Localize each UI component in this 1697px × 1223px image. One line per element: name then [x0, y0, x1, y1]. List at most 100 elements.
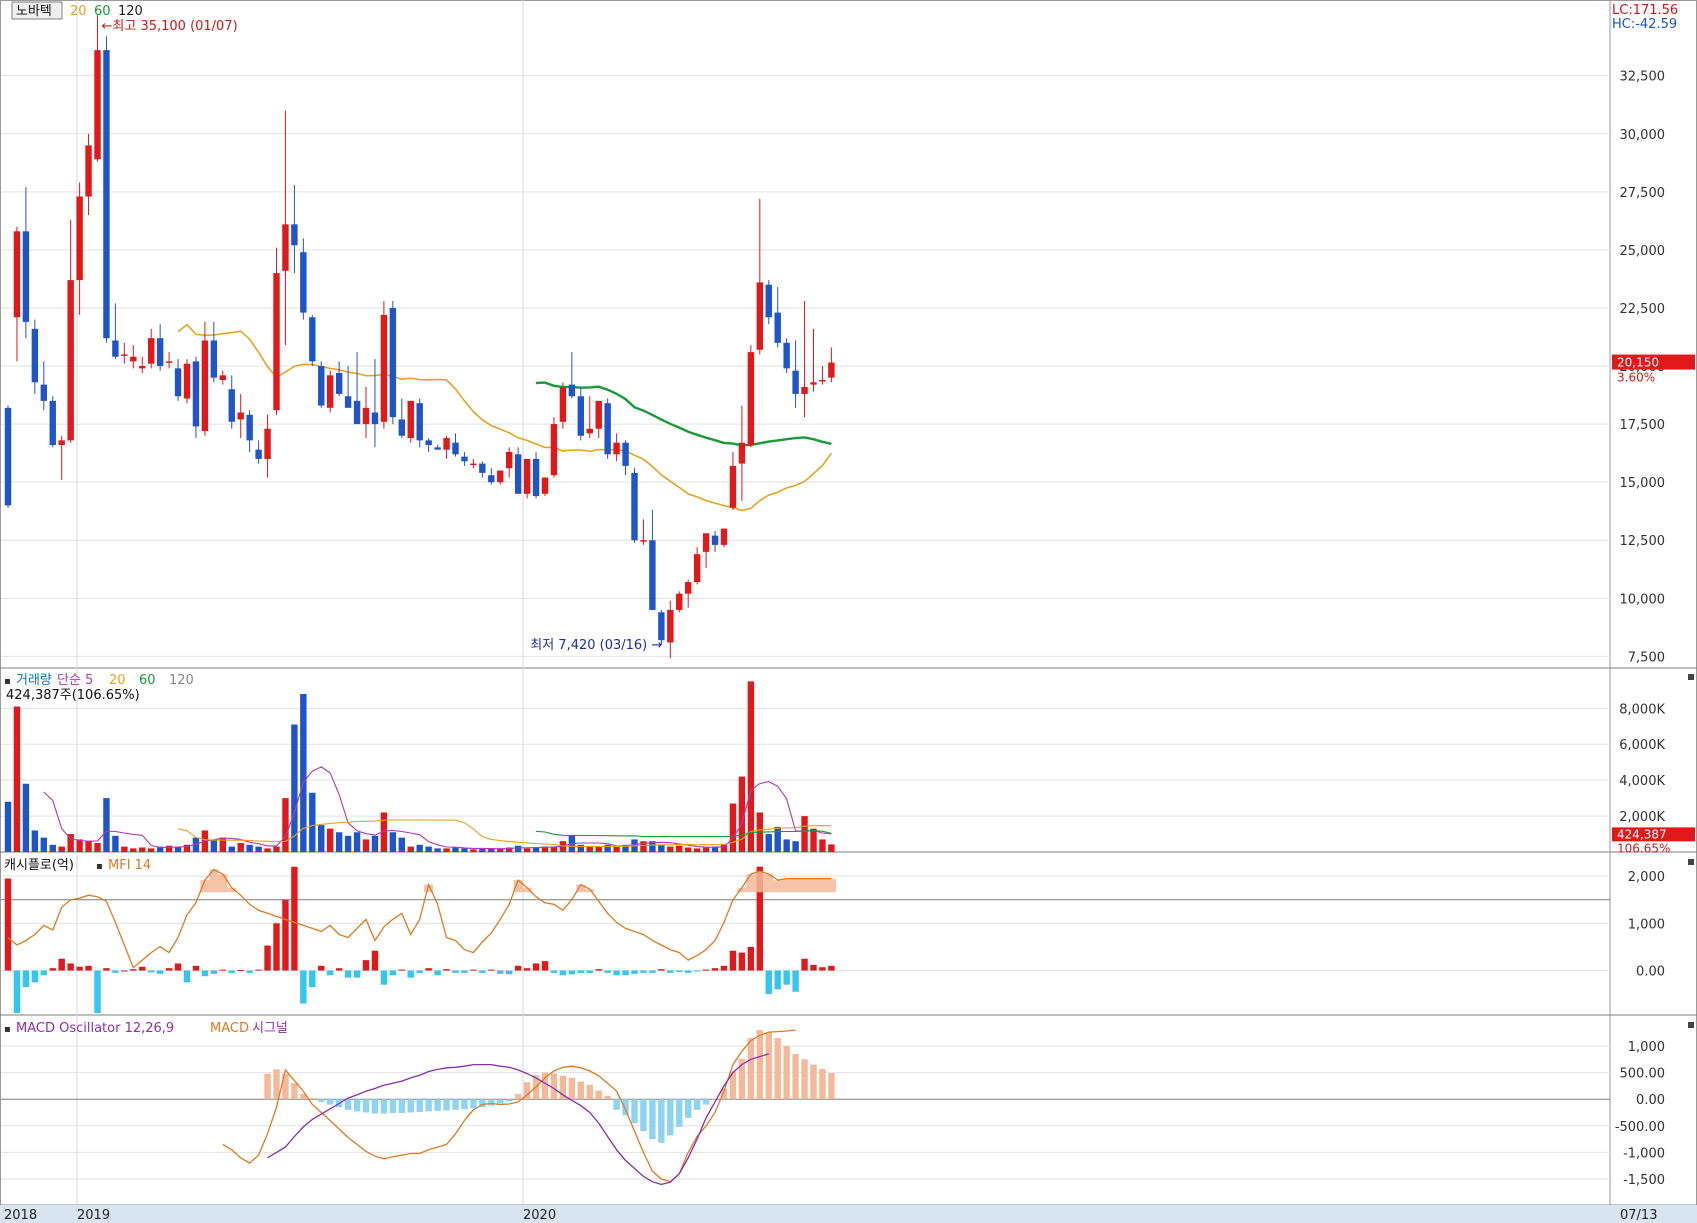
macd-oscillator-bar [685, 1099, 692, 1118]
candle-body [380, 314, 388, 422]
cashflow-bar [819, 967, 826, 971]
candle-body [94, 50, 101, 160]
macd-tick-label: 500.00 [1620, 1067, 1666, 1082]
candle-body [532, 458, 540, 497]
candle-body [747, 352, 755, 446]
cashflow-bar [479, 970, 486, 973]
cashflow-bar [183, 970, 191, 983]
cashflow-bar [738, 952, 746, 971]
volume-bar [676, 845, 683, 852]
candle-body [49, 400, 56, 446]
cashflow-bar [649, 970, 656, 973]
cashflow-bar [828, 965, 835, 971]
volume-bar [344, 835, 352, 852]
macd-oscillator-bar [801, 1059, 808, 1100]
cashflow-bar [318, 965, 325, 971]
cashflow-bar [174, 963, 182, 971]
cashflow-bar [711, 968, 719, 971]
volume-bar [792, 841, 799, 852]
cashflow-bar [658, 969, 665, 971]
candle-body [174, 368, 182, 397]
cashflow-bar [139, 966, 146, 971]
macd-oscillator-bar [344, 1099, 352, 1110]
cashflow-bar [541, 961, 549, 971]
macd-oscillator-bar [792, 1053, 799, 1100]
candle-body [309, 317, 316, 362]
volume-legend-label: 20 [109, 673, 126, 688]
candle-body [658, 612, 665, 641]
macd-oscillator-bar [416, 1099, 423, 1112]
candle-body [327, 375, 334, 408]
volume-bar [702, 847, 710, 852]
candle-body [183, 363, 191, 399]
volume-bar [801, 816, 808, 852]
macd-oscillator-bar [470, 1099, 477, 1109]
chart-canvas[interactable]: 7,50010,00012,50015,00017,50020,00022,50… [0, 0, 1697, 1223]
macd-oscillator-bar [676, 1099, 683, 1127]
candle-body [729, 465, 737, 508]
candle-body [282, 224, 289, 271]
candle-body [828, 362, 835, 378]
cashflow-bar [488, 969, 495, 971]
candle-body [246, 414, 253, 441]
candle-body [649, 540, 656, 610]
candle-body [711, 535, 719, 545]
price-tick-label: 7,500 [1628, 650, 1665, 665]
cashflow-bar [389, 970, 397, 976]
cashflow-bar [568, 970, 576, 975]
ma-legend-label: 60 [94, 4, 111, 19]
volume-bar [747, 681, 755, 852]
candle-body [148, 338, 155, 364]
volume-bar [282, 798, 289, 852]
cashflow-bar [452, 970, 459, 973]
macd-legend-label: 시그널 [252, 1021, 288, 1036]
volume-bar [4, 801, 12, 852]
volume-legend-label: 단순 5 [57, 673, 93, 688]
candle-body [273, 273, 280, 411]
cashflow-bar [219, 969, 226, 971]
cashflow-bar [622, 970, 629, 976]
cashflow-bar [156, 970, 164, 974]
cashflow-bar [577, 970, 584, 973]
cashflow-bar [532, 963, 540, 971]
candle-body [362, 407, 370, 425]
volume-bar [443, 848, 450, 852]
candle-body [121, 354, 128, 356]
volume-current-label: 424,387 [1617, 827, 1667, 841]
macd-oscillator-bar [318, 1099, 325, 1102]
volume-bar [264, 848, 271, 852]
macd-oscillator-bar [604, 1095, 611, 1100]
volume-bar [255, 846, 262, 852]
macd-oscillator-bar [550, 1073, 558, 1100]
ma-legend-label: 20 [70, 4, 87, 19]
candle-body [219, 375, 226, 380]
volume-legend-label: 거래량 [16, 673, 52, 688]
cashflow-bar [613, 970, 620, 976]
cashflow-bar [148, 970, 155, 973]
cashflow-bar [67, 963, 74, 971]
candle-body [819, 379, 826, 382]
stock-chart-window: 7,50010,00012,50015,00017,50020,00022,50… [0, 0, 1697, 1223]
macd-oscillator-bar [622, 1099, 629, 1116]
cashflow-bar [94, 970, 101, 1013]
macd-oscillator-bar [819, 1068, 826, 1100]
volume-bar [353, 832, 361, 852]
panel-toggle-icon [1688, 1022, 1694, 1028]
candle-body [112, 340, 119, 357]
stock-name: 노바텍 [16, 4, 52, 19]
cashflow-bar [497, 970, 504, 974]
cashflow-bar [309, 970, 316, 988]
candle-body [300, 252, 307, 313]
volume-tick-label: 8,000K [1619, 702, 1665, 717]
candle-body [667, 609, 674, 643]
cashflow-bar [380, 970, 388, 985]
candle-body [344, 396, 352, 408]
candle-body [58, 440, 65, 446]
volume-bar [13, 706, 21, 852]
candle-body [237, 412, 244, 420]
cashflow-bar [774, 970, 781, 990]
macd-oscillator-bar [756, 1029, 763, 1100]
volume-current-text: 424,387주(106.65%) [6, 688, 140, 703]
macd-oscillator-bar [371, 1099, 379, 1114]
macd-oscillator-bar [443, 1099, 450, 1111]
